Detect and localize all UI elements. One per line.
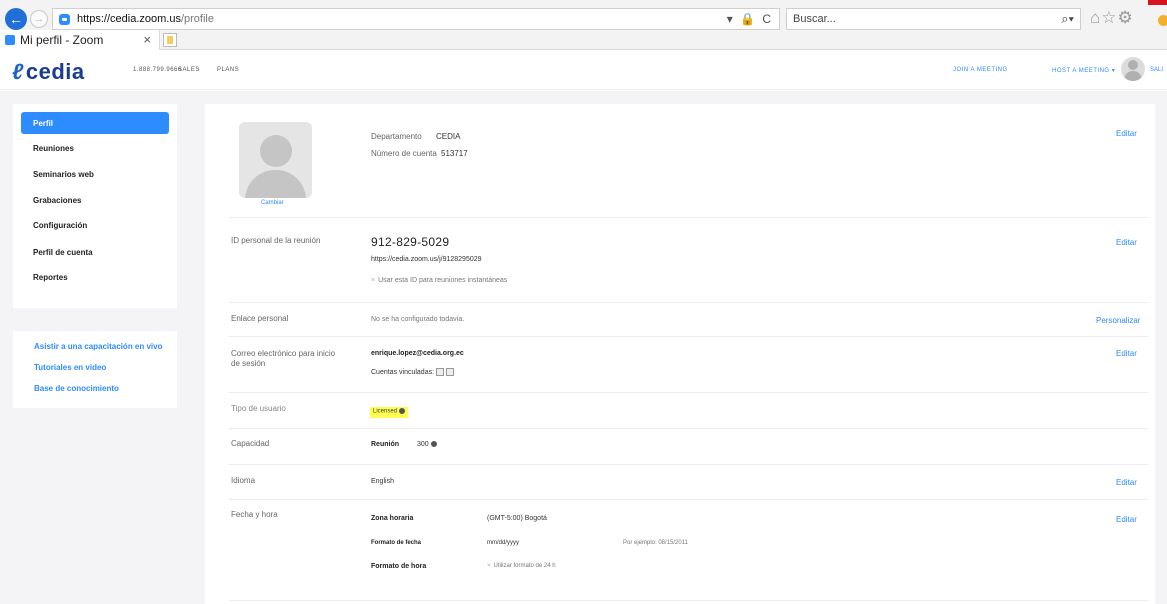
- sidebar-item-grabaciones[interactable]: Grabaciones: [21, 189, 169, 211]
- profile-photo[interactable]: [239, 122, 312, 198]
- linked-accounts: Cuentas vinculadas:: [371, 368, 455, 376]
- sidebar-menu: Perfil Reuniones Seminarios web Grabacio…: [13, 104, 177, 308]
- divider: [229, 499, 1148, 500]
- user-menu-link[interactable]: SALI: [1150, 67, 1163, 73]
- department-label: Departamento: [371, 132, 422, 141]
- back-arrow-icon[interactable]: ←: [5, 8, 27, 30]
- home-star-gear-icon[interactable]: ⌂☆⚙: [1090, 8, 1134, 28]
- language-value: English: [371, 478, 394, 485]
- user-type-label: Tipo de usuario: [231, 404, 286, 413]
- email-label-line2: de sesión: [231, 359, 266, 368]
- host-meeting-dropdown[interactable]: HOST A MEETING ▾: [1052, 67, 1115, 74]
- sidebar-item-reportes[interactable]: Reportes: [21, 266, 169, 288]
- sidebar-item-reuniones[interactable]: Reuniones: [21, 137, 169, 159]
- knowledge-base-link[interactable]: Base de conocimiento: [34, 384, 119, 393]
- info-icon[interactable]: [430, 441, 437, 448]
- new-tab-icon[interactable]: [163, 33, 177, 47]
- account-number-label: Número de cuenta: [371, 149, 437, 158]
- change-photo-link[interactable]: Cambiar: [261, 200, 284, 206]
- licensed-badge: Licensed: [370, 407, 409, 418]
- close-icon[interactable]: ×: [143, 32, 151, 47]
- video-tutorials-link[interactable]: Tutoriales en video: [34, 363, 106, 372]
- divider: [229, 600, 1148, 601]
- linked-account-icon[interactable]: [446, 368, 455, 376]
- pmi-url[interactable]: https://cedia.zoom.us/j/9128295029: [371, 256, 482, 263]
- datetime-label: Fecha y hora: [231, 510, 278, 519]
- timezone-value: (GMT-5:00) Bogotá: [487, 515, 547, 522]
- capacity-label: Capacidad: [231, 439, 270, 448]
- personal-link-label: Enlace personal: [231, 314, 289, 323]
- date-format-label: Formato de fecha: [371, 540, 422, 546]
- edit-language-button[interactable]: Editar: [1116, 478, 1137, 487]
- account-number-value: 513717: [441, 149, 468, 158]
- zoom-favicon-icon: [5, 35, 15, 45]
- edit-datetime-button[interactable]: Editar: [1116, 515, 1137, 524]
- edit-photo-button[interactable]: Editar: [1116, 129, 1137, 138]
- sidebar-item-seminarios[interactable]: Seminarios web: [21, 163, 169, 185]
- time-format-label: Formato de hora: [371, 563, 427, 570]
- help-links-panel: Asistir a una capacitación en vivo Tutor…: [13, 331, 177, 408]
- sales-link[interactable]: SALES: [178, 67, 200, 73]
- zoom-favicon-icon: [59, 14, 70, 25]
- sidebar-item-configuracion[interactable]: Configuración: [21, 214, 169, 236]
- info-icon[interactable]: [399, 408, 406, 414]
- divider: [229, 336, 1148, 337]
- personal-link-value: No se ha configurado todavía.: [371, 316, 465, 323]
- forward-arrow-icon[interactable]: →: [30, 10, 48, 28]
- search-icon[interactable]: ⌕▾: [1061, 11, 1074, 27]
- browser-toolbar: ← → https://cedia.zoom.us/profile ▾ 🔒 C …: [0, 0, 1167, 50]
- cedia-logo[interactable]: ℓcedia: [12, 59, 85, 85]
- divider: [229, 302, 1148, 303]
- lock-refresh-icon[interactable]: ▾ 🔒 C: [727, 12, 773, 26]
- department-value: CEDIA: [436, 132, 461, 141]
- divider: [229, 464, 1148, 465]
- browser-tab[interactable]: Mi perfil - Zoom ×: [0, 30, 160, 50]
- timezone-label: Zona horaria: [371, 515, 414, 522]
- join-meeting-link[interactable]: JOIN A MEETING: [953, 67, 1008, 73]
- divider: [229, 392, 1148, 393]
- pmi-number: 912-829-5029: [371, 235, 450, 249]
- phone-number: 1.888.799.9666: [133, 67, 182, 73]
- divider: [229, 217, 1148, 218]
- date-format-example: Por ejemplo: 08/15/2011: [623, 540, 688, 546]
- email-label: Correo electrónico para inicio: [231, 349, 336, 358]
- notification-flag-icon: [1148, 0, 1167, 5]
- edit-pmi-button[interactable]: Editar: [1116, 238, 1137, 247]
- language-label: Idioma: [231, 476, 256, 485]
- capacity-meeting-label: Reunión: [371, 441, 399, 448]
- linked-account-icon[interactable]: [436, 368, 445, 376]
- divider: [229, 428, 1148, 429]
- site-header: ℓcedia 1.888.799.9666 SALES PLANS JOIN A…: [0, 50, 1167, 90]
- browser-search-input[interactable]: Buscar... ⌕▾: [786, 8, 1081, 30]
- plans-link[interactable]: PLANS: [217, 67, 239, 73]
- edit-email-button[interactable]: Editar: [1116, 349, 1137, 358]
- smiley-icon[interactable]: [1158, 15, 1167, 26]
- pmi-instant-option[interactable]: × Usar esta ID para reuniones instantánea…: [371, 277, 507, 284]
- email-value: enrique.lopez@cedia.org.ec: [371, 350, 464, 357]
- sidebar-item-perfil-cuenta[interactable]: Perfil de cuenta: [21, 241, 169, 263]
- profile-panel: Cambiar Departamento CEDIA Número de cue…: [205, 104, 1155, 604]
- customize-link-button[interactable]: Personalizar: [1096, 316, 1140, 325]
- checkbox-x-icon[interactable]: ×: [487, 563, 491, 569]
- address-bar[interactable]: https://cedia.zoom.us/profile ▾ 🔒 C: [52, 8, 780, 30]
- pmi-label: ID personal de la reunión: [231, 236, 321, 245]
- date-format-value: mm/dd/yyyy: [487, 540, 520, 546]
- user-avatar[interactable]: [1121, 57, 1145, 81]
- live-training-link[interactable]: Asistir a una capacitación en vivo: [34, 342, 163, 351]
- sidebar-item-perfil[interactable]: Perfil: [21, 112, 169, 134]
- capacity-value: 300: [417, 441, 437, 448]
- checkbox-x-icon[interactable]: ×: [371, 277, 375, 284]
- time-format-option[interactable]: × Utilizar formato de 24 h: [487, 563, 556, 569]
- url-text: https://cedia.zoom.us/profile: [77, 13, 214, 25]
